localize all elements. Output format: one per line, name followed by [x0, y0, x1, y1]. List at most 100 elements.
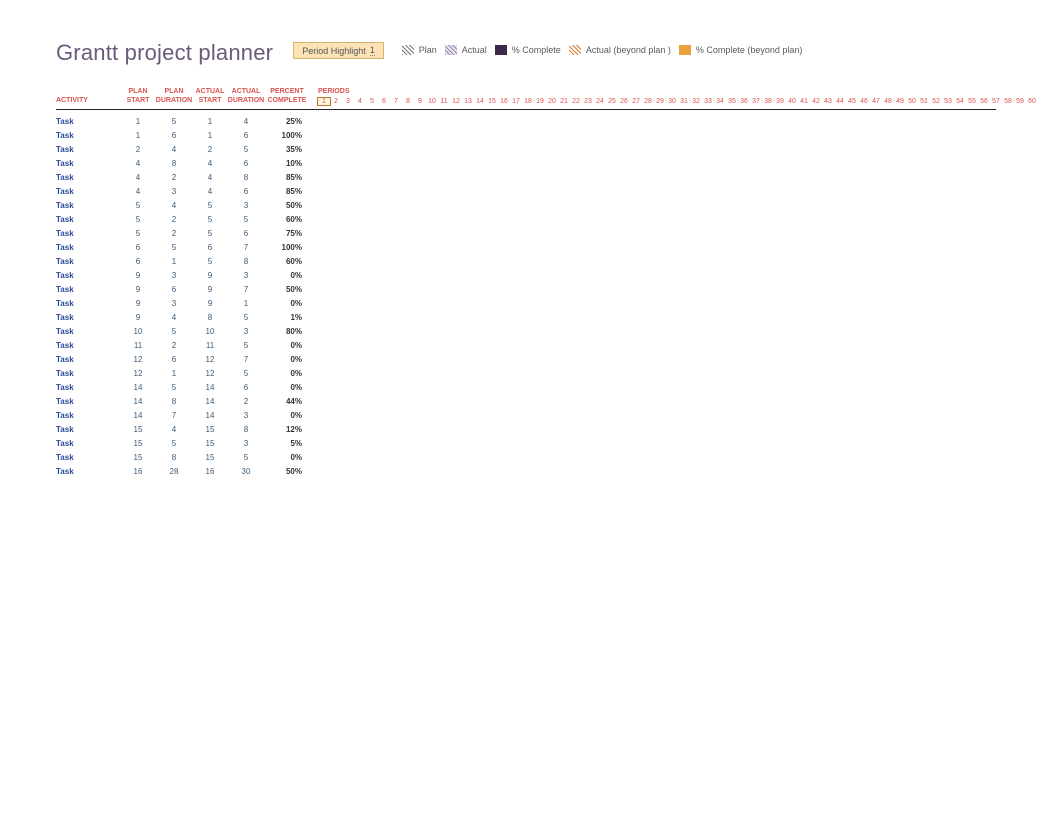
period-cell[interactable]: 30 — [666, 98, 678, 105]
actual-start[interactable]: 9 — [194, 285, 226, 294]
plan-duration[interactable]: 6 — [154, 131, 194, 140]
percent-complete[interactable]: 0% — [266, 383, 308, 392]
actual-duration[interactable]: 6 — [226, 187, 266, 196]
period-cell[interactable]: 52 — [930, 98, 942, 105]
period-cell[interactable]: 48 — [882, 98, 894, 105]
percent-complete[interactable]: 0% — [266, 271, 308, 280]
plan-duration[interactable]: 6 — [154, 355, 194, 364]
plan-start[interactable]: 14 — [122, 397, 154, 406]
task-name[interactable]: Task — [56, 159, 122, 168]
task-name[interactable]: Task — [56, 173, 122, 182]
actual-duration[interactable]: 30 — [226, 467, 266, 476]
percent-complete[interactable]: 100% — [266, 131, 308, 140]
period-cell[interactable]: 60 — [1026, 98, 1038, 105]
period-highlight-input[interactable]: Period Highlight 1 — [293, 42, 384, 59]
plan-start[interactable]: 6 — [122, 243, 154, 252]
period-cell[interactable]: 22 — [570, 98, 582, 105]
actual-duration[interactable]: 5 — [226, 369, 266, 378]
period-cell[interactable]: 25 — [606, 98, 618, 105]
actual-start[interactable]: 5 — [194, 229, 226, 238]
period-cell[interactable]: 1 — [318, 98, 330, 105]
plan-duration[interactable]: 5 — [154, 327, 194, 336]
percent-complete[interactable]: 60% — [266, 257, 308, 266]
plan-start[interactable]: 5 — [122, 201, 154, 210]
task-name[interactable]: Task — [56, 131, 122, 140]
plan-start[interactable]: 10 — [122, 327, 154, 336]
actual-start[interactable]: 5 — [194, 215, 226, 224]
task-name[interactable]: Task — [56, 187, 122, 196]
period-cell[interactable]: 8 — [402, 98, 414, 105]
task-name[interactable]: Task — [56, 243, 122, 252]
period-cell[interactable]: 40 — [786, 98, 798, 105]
actual-start[interactable]: 12 — [194, 355, 226, 364]
period-cell[interactable]: 57 — [990, 98, 1002, 105]
actual-start[interactable]: 16 — [194, 467, 226, 476]
actual-duration[interactable]: 6 — [226, 383, 266, 392]
actual-duration[interactable]: 6 — [226, 131, 266, 140]
period-cell[interactable]: 2 — [330, 98, 342, 105]
period-cell[interactable]: 21 — [558, 98, 570, 105]
task-name[interactable]: Task — [56, 313, 122, 322]
actual-start[interactable]: 5 — [194, 257, 226, 266]
actual-start[interactable]: 4 — [194, 173, 226, 182]
actual-start[interactable]: 6 — [194, 243, 226, 252]
plan-start[interactable]: 2 — [122, 145, 154, 154]
plan-start[interactable]: 15 — [122, 453, 154, 462]
period-cell[interactable]: 17 — [510, 98, 522, 105]
plan-duration[interactable]: 5 — [154, 383, 194, 392]
period-cell[interactable]: 4 — [354, 98, 366, 105]
task-name[interactable]: Task — [56, 327, 122, 336]
percent-complete[interactable]: 25% — [266, 117, 308, 126]
percent-complete[interactable]: 10% — [266, 159, 308, 168]
task-name[interactable]: Task — [56, 201, 122, 210]
task-name[interactable]: Task — [56, 145, 122, 154]
plan-start[interactable]: 15 — [122, 425, 154, 434]
task-name[interactable]: Task — [56, 453, 122, 462]
percent-complete[interactable]: 0% — [266, 453, 308, 462]
task-name[interactable]: Task — [56, 369, 122, 378]
plan-duration[interactable]: 2 — [154, 229, 194, 238]
percent-complete[interactable]: 85% — [266, 187, 308, 196]
period-cell[interactable]: 38 — [762, 98, 774, 105]
plan-start[interactable]: 5 — [122, 215, 154, 224]
plan-duration[interactable]: 5 — [154, 117, 194, 126]
plan-duration[interactable]: 5 — [154, 439, 194, 448]
actual-duration[interactable]: 5 — [226, 341, 266, 350]
period-cell[interactable]: 51 — [918, 98, 930, 105]
task-name[interactable]: Task — [56, 285, 122, 294]
period-cell[interactable]: 47 — [870, 98, 882, 105]
period-cell[interactable]: 33 — [702, 98, 714, 105]
task-name[interactable]: Task — [56, 117, 122, 126]
plan-duration[interactable]: 4 — [154, 425, 194, 434]
percent-complete[interactable]: 80% — [266, 327, 308, 336]
actual-duration[interactable]: 3 — [226, 271, 266, 280]
period-cell[interactable]: 37 — [750, 98, 762, 105]
actual-duration[interactable]: 3 — [226, 411, 266, 420]
task-name[interactable]: Task — [56, 271, 122, 280]
period-cell[interactable]: 59 — [1014, 98, 1026, 105]
actual-start[interactable]: 14 — [194, 411, 226, 420]
plan-duration[interactable]: 6 — [154, 285, 194, 294]
plan-start[interactable]: 5 — [122, 229, 154, 238]
period-cell[interactable]: 42 — [810, 98, 822, 105]
percent-complete[interactable]: 60% — [266, 215, 308, 224]
plan-start[interactable]: 12 — [122, 369, 154, 378]
period-cell[interactable]: 15 — [486, 98, 498, 105]
period-cell[interactable]: 7 — [390, 98, 402, 105]
period-cell[interactable]: 18 — [522, 98, 534, 105]
plan-duration[interactable]: 2 — [154, 341, 194, 350]
actual-duration[interactable]: 5 — [226, 453, 266, 462]
percent-complete[interactable]: 85% — [266, 173, 308, 182]
actual-start[interactable]: 1 — [194, 131, 226, 140]
plan-start[interactable]: 4 — [122, 173, 154, 182]
period-cell[interactable]: 10 — [426, 98, 438, 105]
period-cell[interactable]: 3 — [342, 98, 354, 105]
period-cell[interactable]: 54 — [954, 98, 966, 105]
plan-duration[interactable]: 5 — [154, 243, 194, 252]
actual-duration[interactable]: 8 — [226, 257, 266, 266]
actual-start[interactable]: 2 — [194, 145, 226, 154]
period-cell[interactable]: 31 — [678, 98, 690, 105]
plan-duration[interactable]: 8 — [154, 159, 194, 168]
plan-duration[interactable]: 4 — [154, 313, 194, 322]
period-cell[interactable]: 34 — [714, 98, 726, 105]
